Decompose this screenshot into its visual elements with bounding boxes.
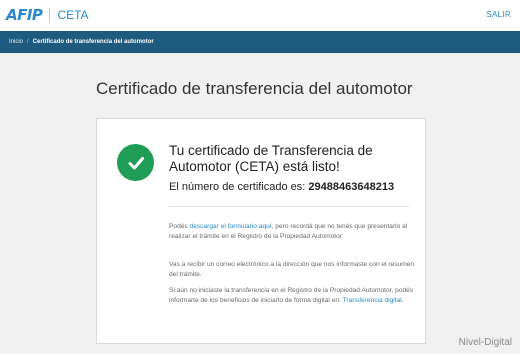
top-header: AFIP CETA SALIR <box>0 0 520 31</box>
breadcrumb: Inicio / Certificado de transferencia de… <box>0 31 520 53</box>
download-form-link[interactable]: descargar el formulario aquí <box>190 223 272 230</box>
logo[interactable]: AFIP CETA <box>6 6 89 24</box>
afip-logo: AFIP <box>6 6 43 24</box>
download-info-lead: Podés <box>169 223 190 230</box>
divider <box>169 206 409 207</box>
digital-transfer-link[interactable]: Transferencia digital <box>343 297 402 304</box>
result-card: Tu certificado de Transferencia de Autom… <box>96 118 426 344</box>
page-title: Certificado de transferencia del automot… <box>96 79 413 98</box>
checkmark-icon <box>128 156 144 169</box>
success-heading: Tu certificado de Transferencia de Autom… <box>169 143 373 174</box>
watermark: Nivel-Digital <box>458 337 512 348</box>
app-name: CETA <box>57 8 89 22</box>
logo-divider <box>49 8 51 22</box>
digital-transfer-end: . <box>401 296 404 304</box>
breadcrumb-current: Certificado de transferencia del automot… <box>32 39 154 45</box>
certificate-number: 29488463648213 <box>308 181 395 193</box>
download-info-text: Podés descargar el formulario aquí, pero… <box>169 222 417 242</box>
certificate-number-line: El número de certificado es: 29488463648… <box>169 181 394 193</box>
logout-link[interactable]: SALIR <box>486 10 511 19</box>
email-info-text: Vas a recibir un correo electrónico a la… <box>169 261 415 278</box>
check-circle-icon <box>117 144 154 181</box>
digital-transfer-info-text: Si aún no iniciaste la transferencia en … <box>169 286 417 306</box>
breadcrumb-separator: / <box>27 39 29 45</box>
certificate-number-label: El número de certificado es: <box>169 181 306 193</box>
breadcrumb-home[interactable]: Inicio <box>9 39 23 45</box>
